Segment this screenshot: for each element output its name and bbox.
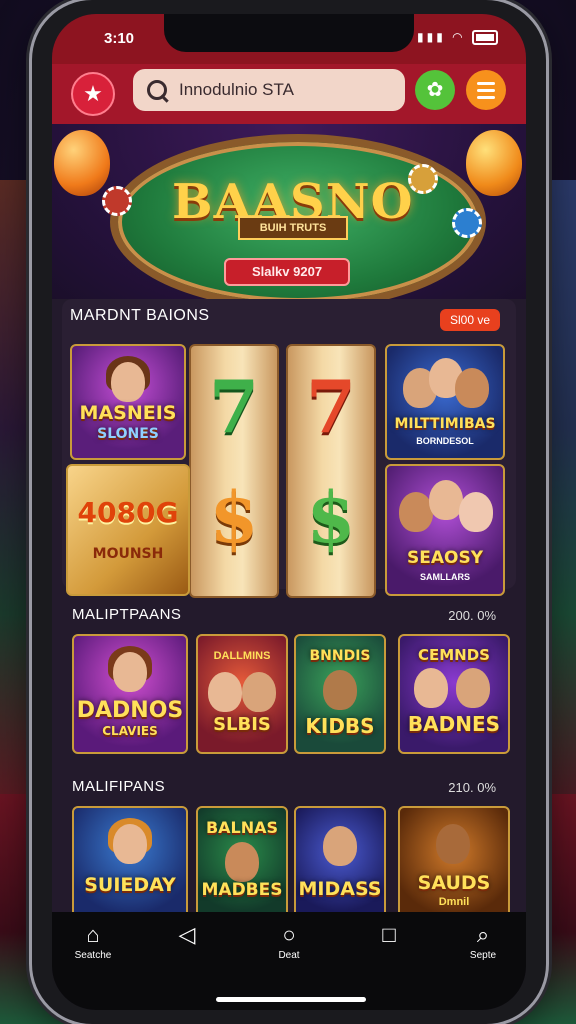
rewards-button[interactable]: ✿	[415, 70, 455, 110]
game-title: SLBIS	[213, 714, 271, 735]
character-illustration	[113, 824, 147, 864]
game-subtitle: SAMLLARS	[420, 572, 470, 582]
game-subtitle: DALLMINS	[213, 650, 271, 662]
section-title: MARDNT BAIONS	[70, 307, 210, 324]
game-tile[interactable]: SEAOSY SAMLLARS	[385, 464, 505, 596]
game-subtitle: BNNDIS	[309, 648, 371, 664]
circle-home-icon: ○	[282, 922, 296, 947]
slot-reel: 7 $	[286, 344, 376, 598]
back-icon: ◁	[178, 922, 196, 947]
game-tile[interactable]: BNNDIS KIDBS	[294, 634, 386, 754]
star-icon: ★	[83, 81, 103, 106]
featured-section: MARDNT BAIONS Sl00 ve MASNEIS SLONES 7 $…	[62, 299, 516, 598]
character-illustration	[323, 670, 357, 710]
game-subtitle: MOUNSH	[92, 546, 164, 562]
reel-symbol: $	[306, 476, 356, 559]
chip-icon	[102, 186, 132, 216]
search-placeholder: Innodulnio STA	[179, 80, 294, 99]
game-tile[interactable]: DADNOS CLAVIES	[72, 634, 188, 754]
game-tile[interactable]: 4080G MOUNSH	[66, 464, 190, 596]
game-subtitle: BALNAS	[205, 818, 279, 837]
menu-button[interactable]	[466, 70, 506, 110]
game-tile[interactable]: DALLMINS SLBIS	[196, 634, 288, 754]
game-title: SEAOSY	[406, 548, 484, 568]
hero-banner[interactable]: BAASNO BUIH TRUTS Slalkv 9207	[52, 124, 526, 299]
character-illustration	[111, 362, 145, 402]
camera-notch	[164, 14, 414, 52]
search-icon: ⌕	[476, 922, 490, 947]
bottom-navigation: ⌂ Seatche ◁ ○ Deat □ ⌕ Septe	[52, 912, 526, 1010]
game-title: MILTTIMIBAS	[394, 416, 496, 432]
home-icon: ⌂	[86, 922, 100, 947]
phone-frame: 3:10 ▮▮▮ ◠ ★ Innodulnio STA ✿ BAASNO BUI…	[32, 0, 546, 1024]
game-tile[interactable]: SUIEDAY	[72, 806, 188, 920]
game-subtitle: Dmnil	[438, 896, 470, 908]
character-illustration	[456, 668, 490, 708]
reel-symbol: 7	[208, 364, 260, 449]
character-illustration	[113, 652, 147, 692]
slot-reel: 7 $	[189, 344, 279, 598]
nav-search[interactable]: ⌕ Septe	[448, 920, 518, 961]
reel-symbol: 7	[305, 364, 357, 449]
game-title: MASNEIS	[79, 402, 177, 424]
wifi-icon: ◠	[452, 30, 466, 44]
home-indicator[interactable]	[216, 997, 366, 1002]
game-subtitle: BORNDESOL	[416, 436, 474, 446]
nav-home[interactable]: ⌂ Seatche	[58, 920, 128, 961]
nav-label: Seatche	[74, 950, 112, 961]
section-badge[interactable]: Sl00 ve	[440, 309, 500, 331]
game-title: DADNOS	[76, 698, 184, 723]
game-tile[interactable]: MIDASS	[294, 806, 386, 920]
lantern-icon	[54, 130, 110, 196]
game-subtitle: SLONES	[97, 426, 159, 442]
app-top-bar: ★ Innodulnio STA ✿	[52, 64, 526, 124]
lantern-icon	[466, 130, 522, 196]
game-title: 4080G	[77, 496, 179, 529]
section-value: 200. 0%	[448, 608, 496, 623]
game-tile[interactable]: MASNEIS SLONES	[70, 344, 186, 460]
character-illustration	[242, 672, 276, 712]
signal-icon: ▮▮▮	[417, 30, 446, 44]
status-time: 3:10	[104, 30, 135, 47]
nav-back[interactable]: ◁	[152, 920, 222, 950]
nav-label: Deat	[278, 950, 300, 961]
favorites-button[interactable]: ★	[71, 72, 115, 116]
nav-label: Septe	[469, 950, 497, 961]
hero-subtitle: BUIH TRUTS	[238, 216, 348, 240]
section-title: MALIPTPAANS	[72, 606, 182, 623]
character-illustration	[429, 480, 463, 520]
game-title: BADNES	[407, 712, 501, 736]
square-recents-icon: □	[382, 922, 396, 947]
game-tile[interactable]: MILTTIMIBAS BORNDESOL	[385, 344, 505, 460]
battery-icon	[472, 30, 498, 46]
game-tile[interactable]: CEMNDS BADNES	[398, 634, 510, 754]
clover-icon: ✿	[426, 79, 444, 101]
section-title: MALIFIPANS	[72, 778, 166, 795]
game-title: KIDBS	[305, 714, 375, 738]
game-subtitle: CLAVIES	[102, 724, 158, 738]
search-field[interactable]: Innodulnio STA	[133, 69, 405, 111]
nav-circle-home[interactable]: ○ Deat	[254, 920, 324, 961]
status-bar: 3:10 ▮▮▮ ◠	[52, 14, 526, 64]
game-title: SUIEDAY	[84, 874, 176, 896]
game-subtitle: CEMNDS	[418, 646, 490, 664]
game-title: MIDASS	[298, 878, 382, 900]
search-icon	[147, 80, 167, 100]
character-illustration	[436, 824, 470, 864]
character-illustration	[225, 842, 259, 882]
game-title: SAUDS	[417, 872, 491, 894]
reel-symbol: $	[209, 476, 259, 559]
phone-screen: 3:10 ▮▮▮ ◠ ★ Innodulnio STA ✿ BAASNO BUI…	[52, 14, 526, 1010]
game-tile[interactable]: BALNAS MADBES	[196, 806, 288, 920]
status-icons: ▮▮▮ ◠	[417, 30, 498, 46]
nav-recents[interactable]: □	[354, 920, 424, 950]
hero-badge[interactable]: Slalkv 9207	[224, 258, 350, 286]
chip-icon	[452, 208, 482, 238]
menu-icon	[477, 82, 495, 85]
game-tile[interactable]: SAUDS Dmnil	[398, 806, 510, 920]
game-title: MADBES	[201, 880, 283, 900]
character-illustration	[323, 826, 357, 866]
section-value: 210. 0%	[448, 780, 496, 795]
